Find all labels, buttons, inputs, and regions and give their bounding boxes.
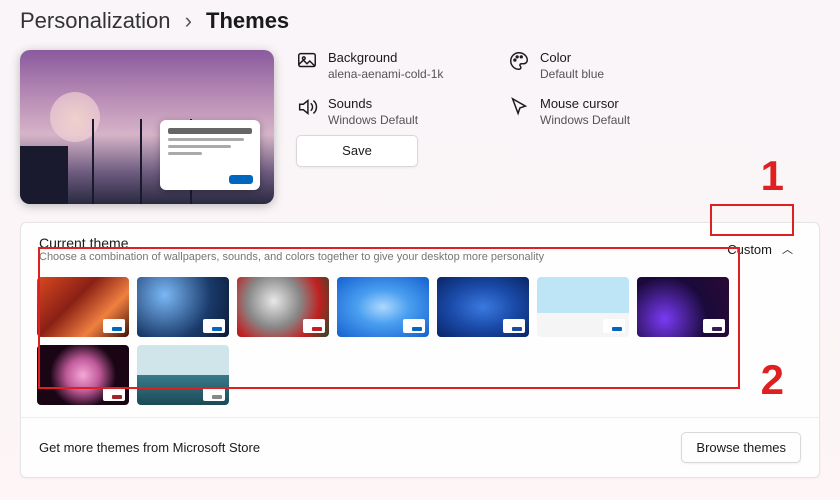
setting-cursor[interactable]: Mouse cursorWindows Default <box>508 96 698 128</box>
chevron-right-icon: › <box>185 8 192 33</box>
save-button[interactable]: Save <box>296 135 418 167</box>
annotation-2: 2 <box>761 356 784 404</box>
chevron-up-icon: ︿ <box>782 241 793 257</box>
breadcrumb: Personalization › Themes <box>20 8 820 34</box>
theme-preview <box>20 50 274 204</box>
palette-icon <box>508 50 530 72</box>
speaker-icon <box>296 96 318 118</box>
breadcrumb-current: Themes <box>206 8 289 33</box>
setting-background[interactable]: Backgroundalena-aenami-cold-1k <box>296 50 486 82</box>
cursor-icon <box>508 96 530 118</box>
footer-text: Get more themes from Microsoft Store <box>39 440 260 455</box>
setting-sounds[interactable]: SoundsWindows Default <box>296 96 486 128</box>
setting-color[interactable]: ColorDefault blue <box>508 50 698 82</box>
annotation-1: 1 <box>761 152 784 200</box>
annotation-box-1 <box>710 204 794 236</box>
preview-window-card <box>160 120 260 190</box>
browse-themes-button[interactable]: Browse themes <box>681 432 801 463</box>
picture-icon <box>296 50 318 72</box>
breadcrumb-parent[interactable]: Personalization <box>20 8 170 33</box>
annotation-box-2 <box>38 247 740 389</box>
